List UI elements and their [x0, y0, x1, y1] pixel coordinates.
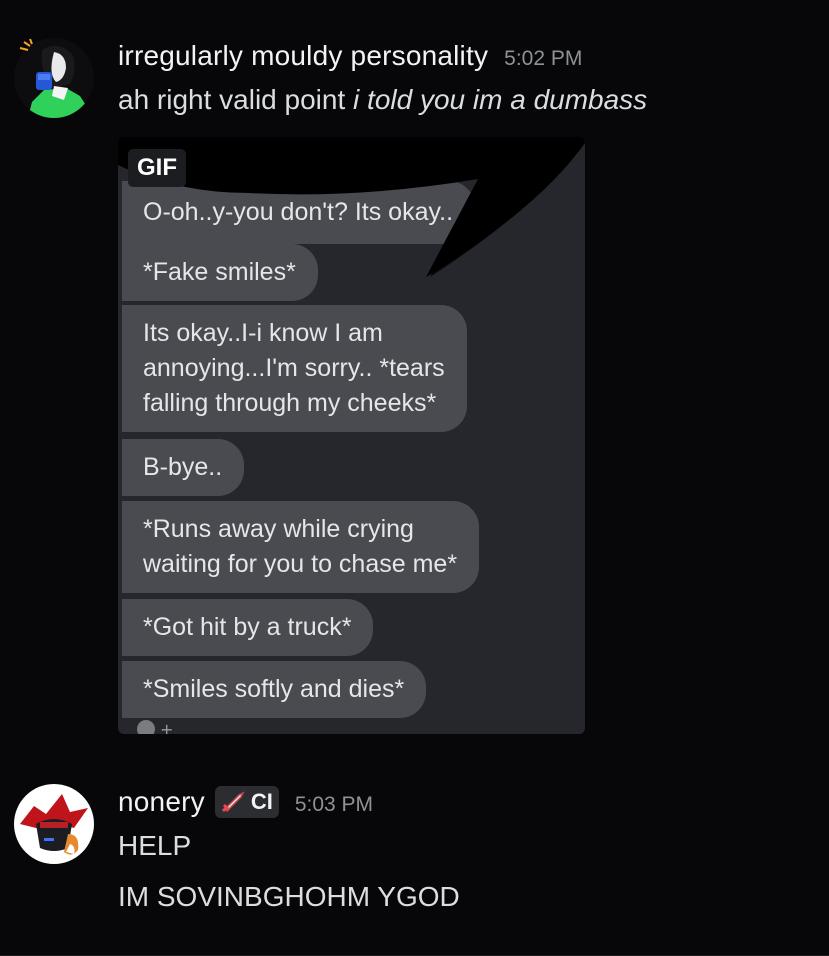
message-2: nonery CI 5:03 PM HELP IM SOVINBGHOHM YG… — [0, 740, 829, 956]
speech-overlay — [118, 137, 585, 277]
timestamp[interactable]: 5:02 PM — [504, 47, 582, 71]
user-avatar[interactable] — [14, 784, 94, 864]
message-text: ah right valid point i told you im a dum… — [118, 84, 647, 116]
message-text-italic: i told you im a dumbass — [353, 84, 648, 115]
message-1: irregularly mouldy personality 5:02 PM a… — [0, 0, 829, 740]
gif-badge: GIF — [128, 149, 186, 187]
server-tag[interactable]: CI — [214, 786, 279, 818]
username[interactable]: nonery — [118, 786, 205, 818]
message-text: IM SOVINBGHOHM YGOD — [118, 881, 460, 912]
svg-text:+: + — [160, 720, 173, 734]
message-header: nonery CI 5:03 PM — [118, 786, 373, 818]
message-text: HELP — [118, 830, 192, 861]
username[interactable]: irregularly mouldy personality — [118, 40, 488, 72]
message-text-plain: ah right valid point — [118, 84, 354, 115]
gif-embed[interactable]: O-oh..y-you don't? Its okay.. *Fake smil… — [118, 137, 585, 734]
timestamp[interactable]: 5:03 PM — [295, 793, 373, 817]
server-tag-label: CI — [250, 789, 273, 814]
message-header: irregularly mouldy personality 5:02 PM — [118, 40, 582, 72]
reaction-icon: + — [137, 720, 173, 734]
sparkle-icon — [19, 38, 33, 51]
sword-icon — [221, 791, 245, 813]
avatar-image — [14, 784, 94, 864]
